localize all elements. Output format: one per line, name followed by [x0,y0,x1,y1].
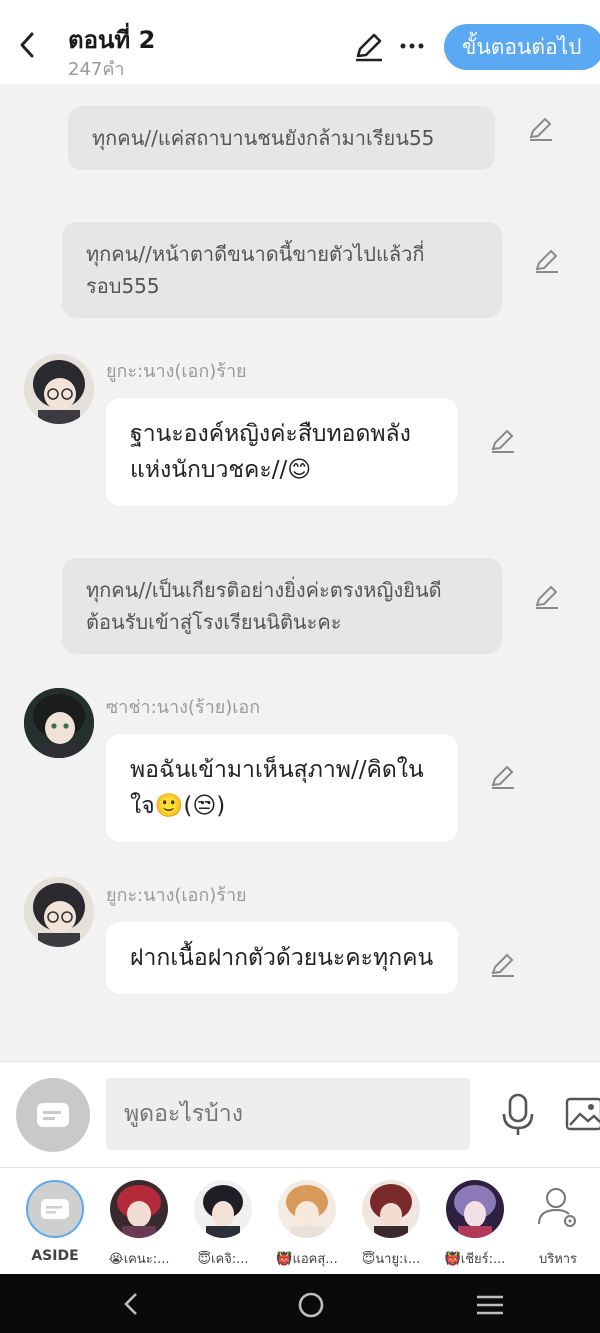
chat-area: ทุกคน//แค่สถาบานชนยังกล้ามาเรียน55 ทุกคน… [0,84,600,1061]
manage-characters-button[interactable]: บริหาร [516,1180,600,1269]
speaker-name: ยูกะ:นาง(เอก)ร้าย [106,361,247,382]
narration-bubble[interactable]: ทุกคน//หน้าตาดีขนาดนี้ขายตัวไปแล้วกี่รอบ… [62,222,502,318]
user-settings-icon [538,1188,576,1227]
character-item[interactable]: 😭เคนะ:... [97,1180,181,1269]
edit-message-icon[interactable] [488,426,518,456]
character-aside[interactable]: ASIDE [13,1180,97,1264]
character-label: บริหาร [538,1252,578,1267]
system-navigation-bar [0,1274,600,1333]
narration-bubble[interactable]: ทุกคน//เป็นเกียรติอย่างยิ่งค่ะตรงหญิงยิน… [62,558,502,654]
nav-back-icon[interactable] [118,1290,146,1318]
character-item[interactable]: 👹แอคสุ... [265,1180,349,1269]
character-avatar [278,1180,336,1238]
dialogue-bubble[interactable]: ฝากเนื้อฝากตัวด้วยนะคะทุกคน [106,922,458,994]
character-label: 👹เชียร์:... [444,1252,506,1267]
back-arrow-icon[interactable] [14,28,40,62]
edit-message-icon[interactable] [532,582,562,612]
composer-bar [0,1061,600,1167]
speaker-name: ซาช่า:นาง(ร้าย)เอก [106,697,261,718]
character-avatar [194,1180,252,1238]
aside-toggle-button[interactable] [16,1078,90,1152]
speaker-name: ยูกะ:นาง(เอก)ร้าย [106,885,247,906]
microphone-icon[interactable] [498,1092,538,1138]
next-step-button[interactable]: ขั้นตอนต่อไป [444,24,600,70]
dialogue-bubble[interactable]: พอฉันเข้ามาเห็นสุภาพ//คิดในใจ🙂(😒) [106,734,458,842]
aside-icon [26,1180,84,1238]
character-avatar [362,1180,420,1238]
character-label: 😭เคนะ:... [108,1252,170,1267]
edit-message-icon[interactable] [532,246,562,276]
dialogue-bubble[interactable]: ฐานะองค์หญิงค่ะสืบทอดพลังแห่งนักบวชคะ//😊 [106,398,458,506]
edit-message-icon[interactable] [488,950,518,980]
character-item[interactable]: 😇เคจิ:... [181,1180,265,1269]
character-avatar[interactable] [24,877,94,947]
character-avatar[interactable] [24,354,94,424]
message-input[interactable] [106,1078,470,1150]
more-options-icon[interactable] [396,30,428,62]
character-avatar [446,1180,504,1238]
word-count: 247คำ [68,59,125,80]
character-label: 😇เคจิ:... [197,1252,249,1267]
nav-recents-icon[interactable] [474,1291,506,1319]
character-item[interactable]: 👹เชียร์:... [433,1180,517,1269]
top-bar: ตอนที่ 2 247คำ ขั้นตอนต่อไป [0,0,600,84]
character-label: ASIDE [31,1248,79,1264]
character-item[interactable]: 😇นายู:เ... [349,1180,433,1269]
character-avatar [110,1180,168,1238]
edit-message-icon[interactable] [488,762,518,792]
edit-icon[interactable] [352,30,386,64]
character-selector-bar: ASIDE 😭เคนะ:... 😇เคจิ:... 👹แอคสุ... 😇นาย… [0,1167,600,1274]
edit-message-icon[interactable] [526,114,556,144]
image-icon[interactable] [564,1094,600,1134]
narration-bubble[interactable]: ทุกคน//แค่สถาบานชนยังกล้ามาเรียน55 [68,106,495,170]
character-label: 👹แอคสุ... [276,1252,338,1267]
nav-home-icon[interactable] [296,1290,326,1320]
character-label: 😇นายู:เ... [361,1252,421,1267]
character-avatar[interactable] [24,688,94,758]
